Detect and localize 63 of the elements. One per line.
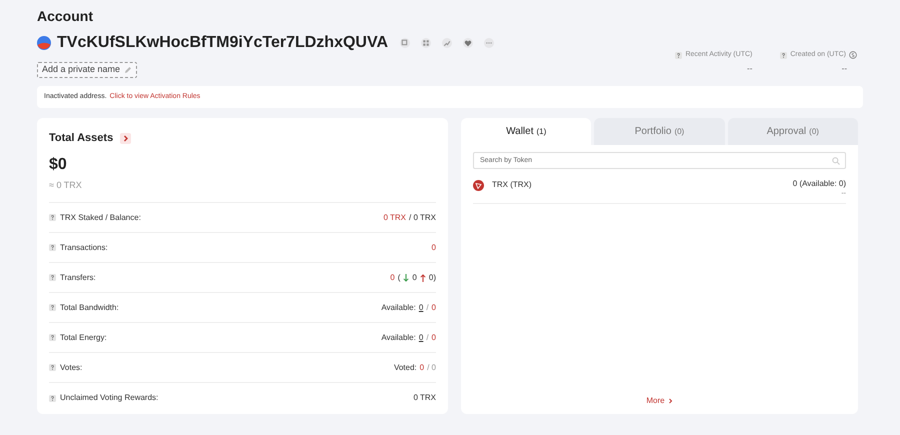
token-amount: 0 (Available: 0) bbox=[792, 178, 846, 190]
stat-value: -- bbox=[842, 62, 847, 74]
tab[interactable]: Approval (0) bbox=[728, 118, 858, 145]
help-icon[interactable] bbox=[49, 304, 56, 311]
timezone-icon[interactable] bbox=[849, 51, 857, 60]
row-value: / 0 bbox=[427, 362, 436, 374]
total-assets-title: Total Assets bbox=[49, 131, 114, 146]
row-label: Transfers: bbox=[60, 272, 96, 284]
row-value: 0 bbox=[418, 302, 424, 314]
tab[interactable]: Wallet (1) bbox=[461, 118, 592, 145]
row-value: Voted: bbox=[394, 362, 417, 374]
row-value: 0 bbox=[420, 362, 424, 374]
row-value: 0 bbox=[412, 272, 417, 284]
total-usd-value: $0 bbox=[49, 154, 68, 174]
chevron-right-icon[interactable] bbox=[120, 132, 132, 144]
row-label: TRX Staked / Balance: bbox=[60, 212, 141, 224]
row-value: Available: bbox=[381, 302, 416, 314]
pencil-icon bbox=[124, 66, 132, 74]
page-title: Account bbox=[37, 7, 94, 25]
add-private-name-button[interactable]: Add a private name bbox=[37, 62, 138, 78]
row-value: / bbox=[426, 302, 429, 314]
copy-icon[interactable] bbox=[400, 38, 410, 48]
help-icon[interactable] bbox=[49, 244, 56, 251]
chevron-right-icon bbox=[668, 398, 673, 404]
chart-icon[interactable] bbox=[442, 38, 452, 48]
row-label: Total Energy: bbox=[60, 332, 107, 344]
row-value: ( bbox=[398, 272, 400, 284]
help-icon[interactable] bbox=[49, 364, 56, 371]
row-label: Total Bandwidth: bbox=[60, 302, 119, 314]
row-value: / 0 TRX bbox=[409, 212, 436, 224]
help-icon[interactable] bbox=[49, 214, 56, 221]
more-link[interactable]: More bbox=[646, 395, 673, 407]
down-arrow-icon bbox=[403, 274, 410, 282]
row-value: 0 bbox=[432, 242, 436, 254]
help-icon[interactable] bbox=[675, 52, 682, 59]
help-icon[interactable] bbox=[49, 274, 56, 281]
qr-code-icon[interactable] bbox=[421, 38, 431, 48]
token-icon bbox=[473, 180, 484, 190]
row-value: 0 bbox=[418, 332, 424, 344]
search-icon bbox=[832, 156, 840, 164]
help-icon[interactable] bbox=[49, 334, 56, 341]
row-label: Transactions: bbox=[60, 242, 108, 254]
row-value: 0 bbox=[432, 332, 436, 344]
account-address: TVcKUfSLKwHocBfTM9iYcTer7LDzhxQUVA bbox=[57, 33, 388, 53]
tab[interactable]: Portfolio (0) bbox=[594, 118, 725, 145]
account-avatar-icon bbox=[37, 36, 51, 50]
row-value: 0 bbox=[390, 272, 395, 284]
help-icon[interactable] bbox=[49, 394, 56, 402]
heart-icon[interactable] bbox=[463, 38, 473, 48]
row-value: / bbox=[426, 332, 429, 344]
row-label: Unclaimed Voting Rewards: bbox=[60, 392, 158, 404]
row-value: 0 TRX bbox=[383, 212, 406, 224]
row-value: 0 TRX bbox=[413, 392, 436, 404]
up-arrow-icon bbox=[420, 274, 426, 282]
more-icon[interactable] bbox=[484, 38, 494, 48]
token-name[interactable]: TRX (TRX) bbox=[492, 179, 532, 191]
row-value: Available: bbox=[381, 332, 416, 344]
help-icon[interactable] bbox=[780, 52, 788, 59]
row-label: Votes: bbox=[60, 362, 82, 374]
total-trx-value: ≈ 0 TRX bbox=[49, 178, 83, 192]
row-value: 0 bbox=[432, 302, 436, 314]
stat-value: -- bbox=[747, 62, 752, 74]
row-value: 0) bbox=[428, 272, 436, 284]
